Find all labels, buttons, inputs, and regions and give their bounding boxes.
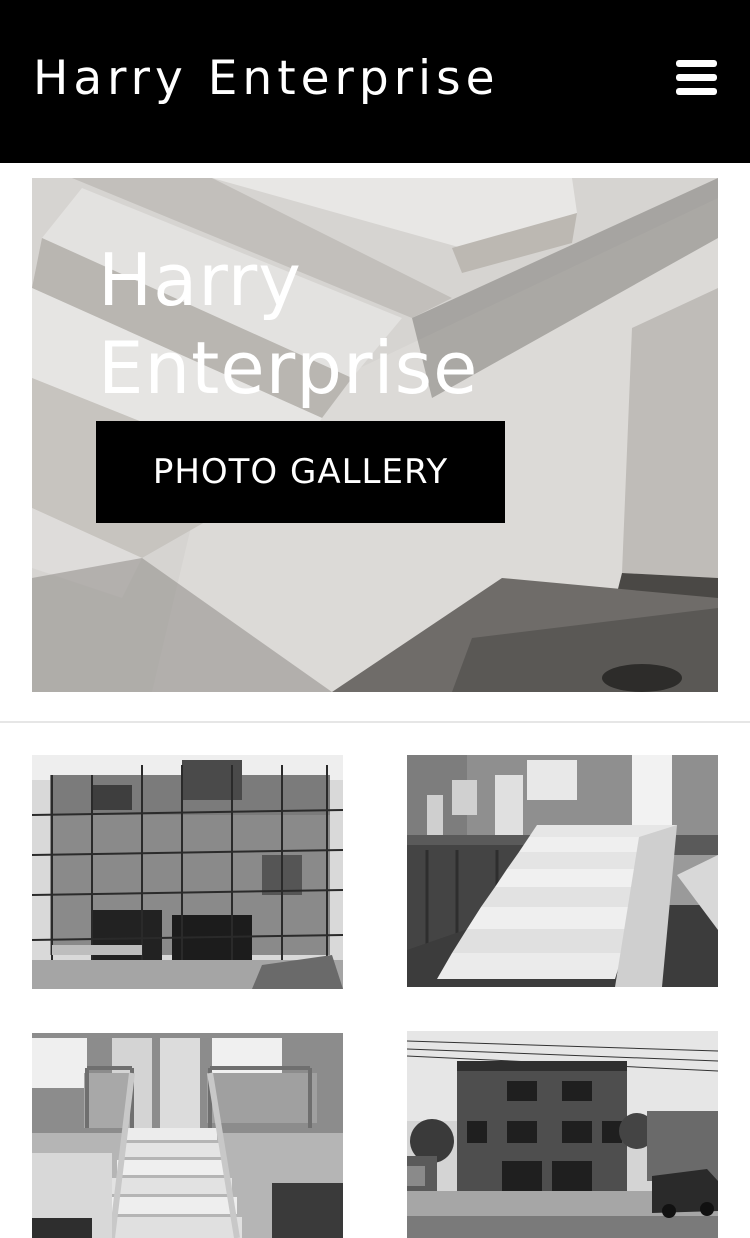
gallery-thumb-entrance[interactable] — [32, 1033, 343, 1238]
hero-heading-line2: Enterprise — [98, 326, 479, 410]
concrete-stairs-townhouse-photo — [407, 755, 718, 987]
scaffolding-brick-house-photo — [32, 755, 343, 989]
site-title[interactable]: Harry Enterprise — [33, 50, 500, 108]
hero-banner: Harry Enterprise PHOTO GALLERY — [32, 178, 718, 692]
photo-gallery-button[interactable]: PHOTO GALLERY — [96, 421, 505, 523]
front-entrance-stairs-photo — [32, 1033, 343, 1238]
site-header: Harry Enterprise — [0, 0, 750, 163]
gallery-thumb-scaffolding[interactable] — [32, 755, 343, 989]
hamburger-menu-icon[interactable] — [672, 56, 722, 100]
gallery-thumb-stairs[interactable] — [407, 755, 718, 987]
hero-heading-line1: Harry — [98, 238, 302, 322]
duplex-building-photo — [407, 1031, 718, 1238]
gallery-thumb-duplex[interactable] — [407, 1031, 718, 1238]
section-divider — [0, 721, 750, 723]
hero-heading: Harry Enterprise — [98, 236, 538, 412]
